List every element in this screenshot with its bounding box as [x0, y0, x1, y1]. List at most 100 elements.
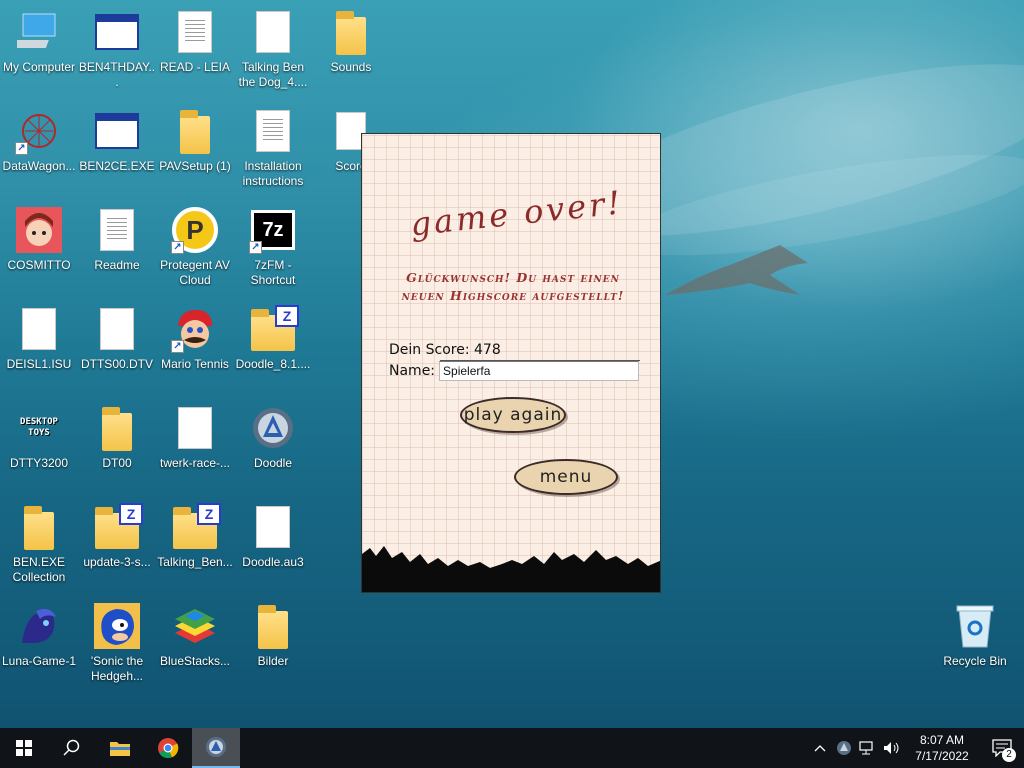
desktop-icon-label: Protegent AV Cloud	[160, 258, 230, 287]
protegent-icon: P ↗	[171, 206, 219, 254]
desktop-icon-label: 7zFM - Shortcut	[250, 258, 296, 287]
desktop-icon-label: BEN4THDAY...	[78, 60, 156, 89]
highscore-message: Glückwunsch! Du hast einen neuen Highsco…	[401, 270, 625, 303]
desktop-icon-label: Installation instructions	[242, 159, 304, 188]
desktop-icon-label: DTTS00.DTV	[80, 357, 153, 371]
desktop-icon-ben2ce[interactable]: BEN2CE.EXE	[78, 107, 156, 199]
game-over-title: game over!	[408, 183, 625, 244]
desktop-icon-label: BEN.EXE Collection	[12, 555, 66, 584]
name-label: Name:	[389, 363, 436, 379]
desktop-icon-label: Doodle	[253, 456, 293, 470]
desktop-icon-dtts00[interactable]: DTTS00.DTV	[78, 305, 156, 397]
system-tray: 8:07 AM 7/17/2022 2	[808, 728, 1024, 768]
clock-date: 7/17/2022	[915, 749, 969, 763]
score-display: Dein Score: 478	[389, 342, 501, 358]
folder-icon	[336, 11, 366, 55]
desktop-icon-7zfm[interactable]: 7z ↗ 7zFM - Shortcut	[234, 206, 312, 298]
computer-icon	[15, 8, 63, 56]
clock-time: 8:07 AM	[919, 733, 965, 747]
volume-icon[interactable]	[880, 728, 904, 768]
torn-paper-edge	[362, 546, 660, 592]
chevron-up-icon[interactable]	[808, 728, 832, 768]
desktop-icon-talking-ben-zip[interactable]: Z Talking_Ben...	[156, 503, 234, 595]
file-icon	[100, 308, 134, 350]
bluestacks-icon	[171, 602, 219, 650]
play-again-button[interactable]: play again	[460, 397, 566, 433]
desktop-icon-mario-tennis[interactable]: ↗ Mario Tennis	[156, 305, 234, 397]
file-explorer-button[interactable]	[96, 728, 144, 768]
desktop-icon-installation[interactable]: Installation instructions	[234, 107, 312, 199]
zip-folder-icon: Z	[173, 503, 221, 549]
desktop-icon-doodle-au3[interactable]: Doodle.au3	[234, 503, 312, 595]
desktop-icon-readme[interactable]: Readme	[78, 206, 156, 298]
folder-icon	[24, 506, 54, 550]
chrome-icon	[158, 738, 179, 759]
desktop-icon-recycle-bin[interactable]: Recycle Bin	[936, 602, 1014, 694]
application-window-icon	[95, 14, 139, 50]
windows-logo-icon	[16, 740, 32, 756]
desktop-icon-ben-exe-collection[interactable]: BEN.EXE Collection	[0, 503, 78, 595]
desktop-icon-doodle-zip[interactable]: Z Doodle_8.1....	[234, 305, 312, 397]
desktop-icon-datawagon[interactable]: ↗ DataWagon...	[0, 107, 78, 199]
desktop-icon-dt00[interactable]: DT00	[78, 404, 156, 496]
desktop-toys-icon: DESKTOP TOYS	[20, 417, 58, 438]
autoit-icon	[206, 737, 226, 757]
desktop-icon-label: DEISL1.ISU	[6, 357, 72, 371]
text-document-icon	[256, 110, 290, 152]
desktop-icon-sonic[interactable]: 'Sonic the Hedgeh...	[78, 602, 156, 694]
desktop-icon-protegent[interactable]: P ↗ Protegent AV Cloud	[156, 206, 234, 298]
desktop-icon-update-3[interactable]: Z update-3-s...	[78, 503, 156, 595]
desktop-icon-label: PAVSetup (1)	[159, 159, 231, 173]
desktop-icon-label: DTTY3200	[9, 456, 69, 470]
menu-button[interactable]: menu	[514, 459, 618, 495]
desktop-icon-pavsetup[interactable]: PAVSetup (1)	[156, 107, 234, 199]
desktop-icon-twerk-race[interactable]: twerk-race-...	[156, 404, 234, 496]
doodle-taskbar-button[interactable]	[192, 728, 240, 768]
desktop-icon-label: BEN2CE.EXE	[79, 159, 155, 173]
desktop-icon-label: Sounds	[330, 60, 372, 74]
desktop-icon-label: DataWagon...	[2, 159, 76, 173]
desktop-icon-deisl1[interactable]: DEISL1.ISU	[0, 305, 78, 397]
desktop-icon-label: Bilder	[257, 654, 289, 668]
search-icon	[63, 739, 80, 756]
cosmitto-avatar-icon	[15, 206, 63, 254]
name-input[interactable]	[439, 361, 640, 381]
desktop-icon-doodle[interactable]: Doodle	[234, 404, 312, 496]
zip-folder-icon: Z	[251, 305, 299, 351]
taskbar: 8:07 AM 7/17/2022 2	[0, 728, 1024, 768]
desktop-icon-my-computer[interactable]: My Computer	[0, 8, 78, 100]
desktop-icon-ben4thday[interactable]: BEN4THDAY...	[78, 8, 156, 100]
mario-icon: ↗	[171, 305, 219, 353]
notification-badge: 2	[1002, 748, 1016, 762]
application-window-icon	[95, 113, 139, 149]
7zip-icon: 7z ↗	[249, 206, 297, 254]
desktop-icon-luna-game[interactable]: Luna-Game-1	[0, 602, 78, 694]
chrome-button[interactable]	[144, 728, 192, 768]
folder-icon	[180, 110, 210, 154]
name-row: Name:	[389, 361, 641, 381]
desktop-icon-label: Mario Tennis	[161, 357, 229, 371]
wallpaper-mermaid-tail	[665, 245, 808, 295]
clock[interactable]: 8:07 AM 7/17/2022	[904, 732, 980, 764]
desktop-icon-sounds[interactable]: Sounds	[312, 8, 390, 100]
desktop-icon-label: Readme	[94, 258, 140, 272]
desktop-icon-label: READ - LEIA	[159, 60, 231, 74]
desktop-icon-label: DT00	[102, 456, 132, 470]
shortcut-arrow-icon: ↗	[15, 142, 28, 155]
desktop-icon-label: My Computer	[2, 60, 76, 74]
shortcut-arrow-icon: ↗	[171, 241, 184, 254]
search-button[interactable]	[48, 728, 96, 768]
autoit-tray-icon[interactable]	[832, 728, 856, 768]
network-icon[interactable]	[856, 728, 880, 768]
notification-center-button[interactable]: 2	[980, 728, 1024, 768]
file-icon	[256, 11, 290, 53]
text-document-icon	[178, 11, 212, 53]
desktop-icon-bilder[interactable]: Bilder	[234, 602, 312, 694]
desktop-icon-dtty3200[interactable]: DESKTOP TOYS DTTY3200	[0, 404, 78, 496]
sonic-icon	[93, 602, 141, 650]
desktop-icon-talking-ben[interactable]: Talking Ben the Dog_4....	[234, 8, 312, 100]
desktop-icon-cosmitto[interactable]: COSMITTO	[0, 206, 78, 298]
desktop-icon-read-leia[interactable]: READ - LEIA	[156, 8, 234, 100]
start-button[interactable]	[0, 728, 48, 768]
desktop-icon-bluestacks[interactable]: BlueStacks...	[156, 602, 234, 694]
